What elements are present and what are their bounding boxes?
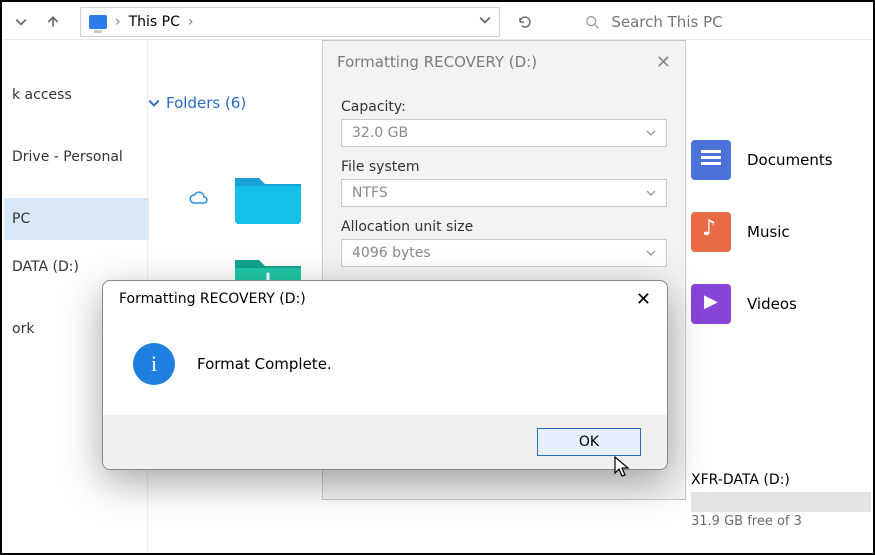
nav-item-label: PC [12, 211, 30, 227]
capacity-select[interactable]: 32.0 GB [341, 119, 667, 147]
search-input[interactable] [609, 12, 823, 32]
folder-item-documents[interactable]: Documents [691, 140, 871, 180]
filesystem-value: NTFS [352, 185, 388, 201]
group-header-folders[interactable]: Folders (6) [148, 94, 246, 112]
filesystem-select[interactable]: NTFS [341, 179, 667, 207]
allocation-unit-value: 4096 bytes [352, 245, 431, 261]
folder-icon[interactable] [233, 168, 303, 224]
breadcrumb[interactable]: › This PC › [80, 7, 500, 37]
search-box[interactable] [574, 7, 834, 37]
nav-item-quick-access[interactable]: k access [4, 74, 149, 116]
nav-item-label: ork [12, 321, 34, 337]
folder-item-music[interactable]: Music [691, 212, 871, 252]
search-icon [585, 14, 599, 30]
chevron-down-icon [148, 97, 160, 109]
close-button[interactable]: ✕ [656, 52, 671, 73]
ok-button[interactable]: OK [537, 428, 641, 456]
nav-item-label: DATA (D:) [12, 259, 79, 275]
videos-icon [691, 284, 731, 324]
up-button[interactable] [40, 9, 66, 35]
chevron-down-icon [646, 128, 656, 138]
breadcrumb-sep: › [115, 14, 121, 30]
info-icon: i [133, 343, 175, 385]
this-pc-icon [89, 15, 107, 29]
right-column: Documents Music Videos [691, 140, 871, 324]
allocation-unit-select[interactable]: 4096 bytes [341, 239, 667, 267]
breadcrumb-sep: › [188, 14, 194, 30]
message-box-title: Formatting RECOVERY (D:) [119, 291, 306, 307]
folder-item-label: Documents [747, 151, 833, 169]
documents-icon [691, 140, 731, 180]
close-button[interactable]: ✕ [636, 289, 651, 310]
drive-free-text: 31.9 GB free of 3 [691, 514, 871, 529]
nav-item-onedrive[interactable]: Drive - Personal [4, 136, 149, 178]
cloud-status-icon [188, 190, 208, 209]
history-dropdown-button[interactable] [8, 9, 34, 35]
format-dialog-titlebar: Formatting RECOVERY (D:) ✕ [323, 41, 685, 83]
filesystem-label: File system [341, 159, 667, 175]
chevron-down-icon [646, 188, 656, 198]
message-box-text: Format Complete. [197, 355, 332, 373]
drive-usage-bar [691, 492, 871, 512]
chevron-down-icon [646, 248, 656, 258]
nav-item-label: Drive - Personal [12, 149, 123, 165]
capacity-label: Capacity: [341, 99, 667, 115]
nav-item-this-pc[interactable]: PC [4, 198, 149, 240]
drive-name: XFR-DATA (D:) [691, 472, 871, 488]
allocation-unit-label: Allocation unit size [341, 219, 667, 235]
drive-xfr-data[interactable]: XFR-DATA (D:) 31.9 GB free of 3 [691, 472, 871, 529]
capacity-value: 32.0 GB [352, 125, 408, 141]
message-box-footer: OK [103, 415, 667, 469]
folder-item-videos[interactable]: Videos [691, 284, 871, 324]
toolbar: › This PC › [4, 4, 871, 40]
breadcrumb-expand-icon[interactable] [479, 14, 491, 30]
nav-item-label: k access [12, 87, 72, 103]
music-icon [691, 212, 731, 252]
ok-button-label: OK [579, 434, 599, 450]
message-box-titlebar: Formatting RECOVERY (D:) ✕ [103, 281, 667, 317]
refresh-button[interactable] [512, 9, 538, 35]
folder-item-label: Music [747, 223, 790, 241]
message-box: Formatting RECOVERY (D:) ✕ i Format Comp… [102, 280, 668, 470]
format-dialog-title: Formatting RECOVERY (D:) [337, 53, 537, 71]
folder-item-label: Videos [747, 295, 797, 313]
breadcrumb-location[interactable]: This PC [129, 14, 180, 30]
group-header-label: Folders (6) [166, 94, 246, 112]
